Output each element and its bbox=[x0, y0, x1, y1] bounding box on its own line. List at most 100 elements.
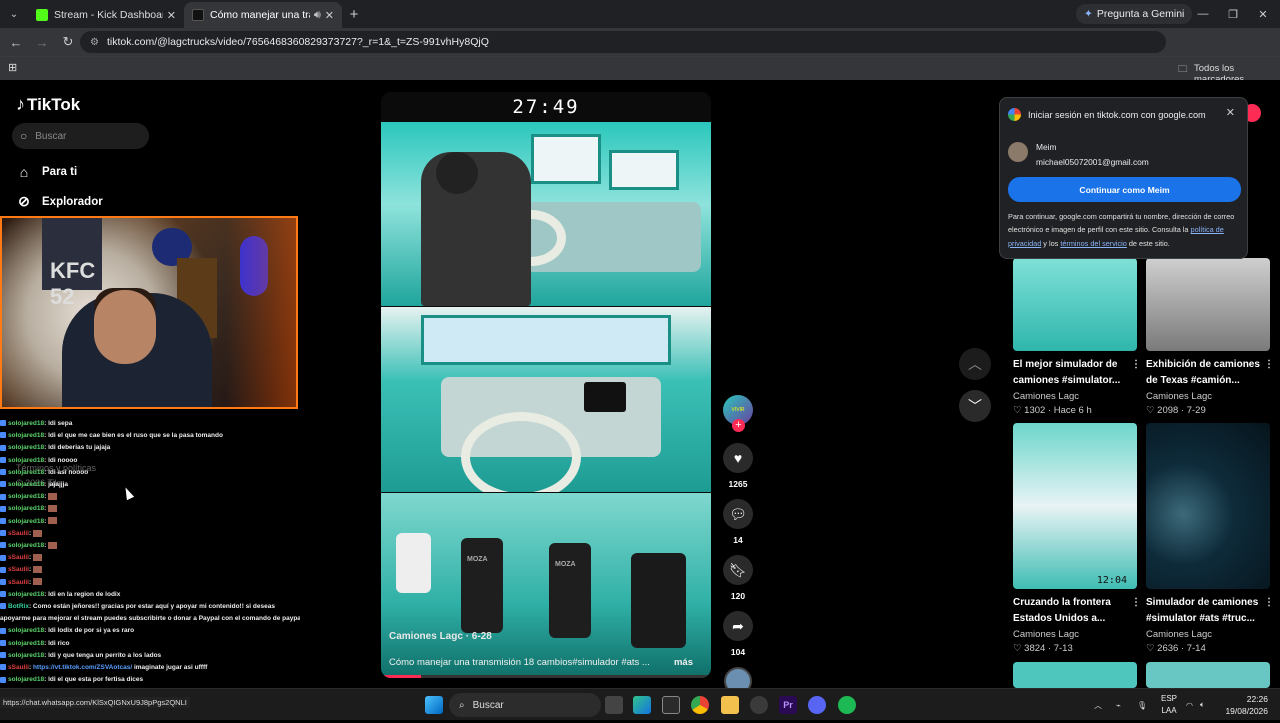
comment-button[interactable]: 💬︎ bbox=[723, 499, 753, 529]
close-tab-icon[interactable]: ✕ bbox=[325, 9, 334, 22]
chat-message: solojared18: ldi lodix de por si ya es r… bbox=[0, 625, 300, 637]
related-video-card[interactable]: Simulador de camiones #simulator #ats #t… bbox=[1146, 423, 1274, 654]
follow-plus-icon[interactable]: + bbox=[732, 419, 745, 432]
search-icon: ⌕ bbox=[459, 699, 465, 711]
chrome-icon[interactable] bbox=[691, 696, 709, 714]
share-button[interactable]: ➦ bbox=[723, 611, 753, 641]
account-row[interactable]: Meim michael05072001@gmail.com bbox=[1008, 142, 1149, 167]
chat-username[interactable]: solojared18 bbox=[8, 640, 44, 647]
chat-username[interactable]: solojared18 bbox=[8, 518, 44, 525]
chat-username[interactable]: solojared18 bbox=[8, 420, 44, 427]
chat-username[interactable]: solojared18 bbox=[8, 652, 44, 659]
forward-button[interactable]: → bbox=[30, 35, 54, 50]
chat-username[interactable]: solojared18 bbox=[8, 542, 44, 549]
chat-username[interactable]: BotRix bbox=[8, 603, 29, 610]
chat-username[interactable]: sSaulii bbox=[8, 566, 29, 573]
more-link[interactable]: más bbox=[674, 657, 693, 668]
disclaimer-text: Para continuar, google.com compartirá tu… bbox=[1008, 212, 1235, 248]
site-info-icon[interactable]: ⚙ bbox=[90, 37, 99, 48]
chat-username[interactable]: sSaulii bbox=[8, 579, 29, 586]
related-video-card[interactable]: El mejor simulador de camiones #simulato… bbox=[1013, 258, 1141, 416]
tiktok-logo[interactable]: ♪ TikTok bbox=[16, 94, 80, 115]
apps-grid-icon[interactable]: ⊞ bbox=[8, 61, 17, 74]
chat-link[interactable]: https://vt.tiktok.com/ZSVAotcas/ bbox=[33, 664, 132, 671]
terms-of-service-link[interactable]: términos del servicio bbox=[1060, 239, 1127, 248]
tray-chevron-icon[interactable]: ︿ bbox=[1094, 689, 1102, 721]
spotify-icon[interactable] bbox=[838, 696, 856, 714]
chat-username[interactable]: solojared18 bbox=[8, 432, 44, 439]
chat-username[interactable]: sSaulii bbox=[8, 554, 29, 561]
windows-start-icon[interactable] bbox=[425, 696, 443, 714]
speaker-icon[interactable]: 🔊︎ bbox=[314, 9, 321, 22]
related-author[interactable]: Camiones Lagc bbox=[1146, 391, 1270, 402]
related-video-card[interactable]: Exhibición de camiones de Texas #camión.… bbox=[1146, 258, 1274, 416]
close-tab-icon[interactable]: ✕ bbox=[167, 9, 176, 22]
chat-username[interactable]: sSaulii bbox=[8, 664, 29, 671]
music-disc-icon[interactable] bbox=[724, 667, 752, 688]
new-tab-button[interactable]: + bbox=[342, 6, 366, 23]
related-author[interactable]: Camiones Lagc bbox=[1013, 391, 1137, 402]
save-button[interactable]: 🔖︎ bbox=[723, 555, 753, 585]
taskbar-clock[interactable]: 22:26 19/08/2026 bbox=[1218, 693, 1268, 717]
platform-badge-icon bbox=[0, 505, 6, 512]
tab-tiktok-video[interactable]: Cómo manejar una transmi 🔊︎ ✕ bbox=[184, 2, 342, 28]
tiktok-note-icon: ♪ bbox=[16, 94, 25, 114]
chat-username[interactable]: solojared18 bbox=[8, 457, 44, 464]
tab-search-icon[interactable]: ⌄ bbox=[0, 0, 28, 28]
chat-username[interactable]: solojared18 bbox=[8, 444, 44, 451]
video-player[interactable]: 27:49 MOZA MOZA Camiones Lagc · 6-28 Cóm… bbox=[381, 92, 711, 678]
gemini-button[interactable]: ✦ Pregunta a Gemini bbox=[1076, 4, 1193, 24]
related-thumbnail-partial[interactable] bbox=[1146, 662, 1270, 688]
maximize-button[interactable]: ❐ bbox=[1218, 0, 1248, 28]
creator-avatar[interactable]: VIVIR + bbox=[723, 395, 753, 432]
edge-icon[interactable] bbox=[633, 696, 651, 714]
reload-button[interactable]: ↻ bbox=[56, 34, 80, 50]
more-options-icon[interactable]: ⋮ bbox=[1264, 357, 1274, 373]
network-icon[interactable]: ⌁ bbox=[1116, 689, 1121, 721]
more-options-icon[interactable]: ⋮ bbox=[1264, 595, 1274, 611]
more-options-icon[interactable]: ⋮ bbox=[1131, 595, 1141, 611]
tab-kick-dashboard[interactable]: Stream - Kick Dashboard ✕ bbox=[28, 2, 184, 28]
related-video-card[interactable]: 12:04 Cruzando la frontera Estados Unido… bbox=[1013, 423, 1141, 654]
chat-username[interactable]: solojared18 bbox=[8, 591, 44, 598]
chat-username[interactable]: solojared18 bbox=[8, 627, 44, 634]
chat-text: : ldi rico bbox=[44, 639, 70, 647]
task-view-icon[interactable] bbox=[605, 696, 623, 714]
video-author-date[interactable]: Camiones Lagc · 6-28 bbox=[389, 631, 492, 642]
microphone-icon[interactable]: 🎙︎ bbox=[1137, 689, 1147, 721]
store-icon[interactable] bbox=[662, 696, 680, 714]
video-progress-bar[interactable] bbox=[381, 675, 711, 678]
chat-username[interactable]: solojared18 bbox=[8, 505, 44, 512]
chat-username[interactable]: solojared18 bbox=[8, 676, 44, 683]
next-video-button[interactable]: ﹀ bbox=[959, 390, 991, 422]
close-window-button[interactable]: ✕ bbox=[1248, 0, 1278, 28]
volume-icon[interactable]: 🔈︎ bbox=[1200, 689, 1205, 721]
minimize-button[interactable]: — bbox=[1188, 0, 1218, 28]
search-input[interactable]: ○ Buscar bbox=[12, 123, 149, 149]
close-icon[interactable]: ✕ bbox=[1226, 106, 1235, 119]
nav-for-you[interactable]: ⌂ Para ti bbox=[16, 164, 77, 180]
nav-explore[interactable]: ⊘ Explorador bbox=[16, 193, 103, 210]
like-button[interactable]: ♥ bbox=[723, 443, 753, 473]
discord-icon[interactable] bbox=[808, 696, 826, 714]
wifi-icon[interactable]: ◠ bbox=[1186, 689, 1193, 721]
related-thumbnail-partial[interactable] bbox=[1013, 662, 1137, 688]
more-options-icon[interactable]: ⋮ bbox=[1131, 357, 1141, 373]
chat-username[interactable]: solojared18 bbox=[8, 481, 44, 488]
chat-username[interactable]: sSaulii bbox=[8, 530, 29, 537]
related-author[interactable]: Camiones Lagc bbox=[1146, 629, 1270, 640]
file-explorer-icon[interactable] bbox=[721, 696, 739, 714]
premiere-icon[interactable]: Pr bbox=[779, 696, 797, 714]
related-author[interactable]: Camiones Lagc bbox=[1013, 629, 1137, 640]
chat-username[interactable]: solojared18 bbox=[8, 469, 44, 476]
language-indicator[interactable]: ESP LAA bbox=[1157, 693, 1181, 717]
taskbar-search[interactable]: ⌕ Buscar bbox=[449, 693, 601, 717]
obs-icon[interactable] bbox=[750, 696, 768, 714]
compass-icon: ⊘ bbox=[18, 193, 30, 209]
continue-as-button[interactable]: Continuar como Meim bbox=[1008, 177, 1241, 202]
back-button[interactable]: ← bbox=[4, 35, 28, 50]
chat-username[interactable]: solojared18 bbox=[8, 493, 44, 500]
platform-badge-icon bbox=[0, 432, 6, 439]
url-input[interactable]: ⚙ tiktok.com /@lagctrucks/video/76564683… bbox=[80, 31, 1166, 53]
previous-video-button[interactable]: ︿ bbox=[959, 348, 991, 380]
